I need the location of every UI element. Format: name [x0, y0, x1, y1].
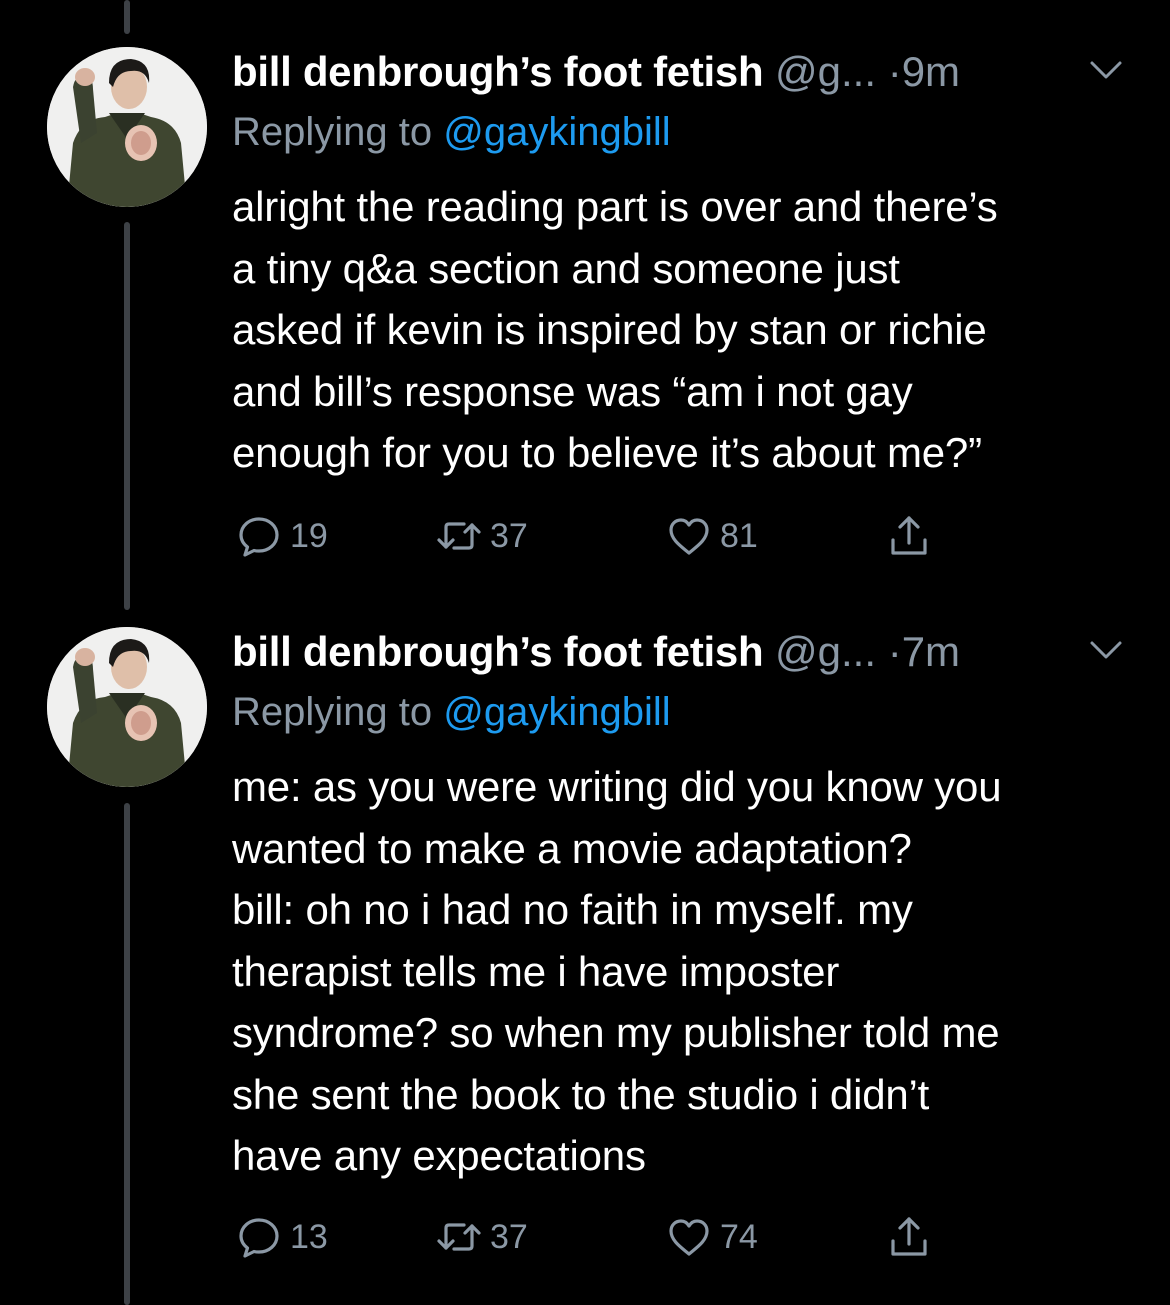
retweet-arrows-icon — [437, 522, 481, 550]
tweet-text-line: bill: oh no i had no faith in myself. my — [232, 886, 913, 933]
share-upload-icon — [891, 1217, 927, 1256]
replying-to-mention[interactable]: @gaykingbill — [443, 110, 670, 154]
like-count: 74 — [720, 1217, 758, 1256]
replying-to-label: Replying to — [232, 110, 444, 154]
tweet-header: bill denbrough’s foot fetish @g... ·9m — [232, 44, 1132, 100]
tweet[interactable]: bill denbrough’s foot fetish @g... ·9m R… — [0, 0, 1170, 610]
avatar[interactable] — [47, 47, 207, 207]
tweet-actions: 13 37 74 — [236, 1207, 956, 1267]
chevron-down-icon[interactable] — [1088, 638, 1124, 662]
retweet-button[interactable]: 37 — [436, 1207, 528, 1267]
reply-bubble-icon — [239, 1218, 279, 1258]
tweet[interactable]: bill denbrough’s foot fetish @g... ·7m R… — [0, 580, 1170, 1305]
reply-bubble-icon — [239, 517, 279, 557]
retweet-button[interactable]: 37 — [436, 506, 528, 566]
tweet-text-line: asked if kevin is inspired by stan or ri… — [232, 306, 987, 353]
retweet-count: 37 — [490, 516, 528, 555]
tweet-text-line: and bill’s response was “am i not gay — [232, 367, 913, 415]
replying-to-mention[interactable]: @gaykingbill — [443, 690, 670, 734]
timestamp[interactable]: 9m — [902, 48, 960, 95]
tweet-header: bill denbrough’s foot fetish @g... ·7m — [232, 624, 1132, 680]
like-button[interactable]: 74 — [666, 1207, 758, 1267]
display-name[interactable]: bill denbrough’s foot fetish — [232, 628, 764, 675]
timestamp[interactable]: 7m — [902, 628, 960, 675]
avatar-photo — [47, 47, 207, 207]
tweet-text: alright the reading part is over and the… — [232, 176, 1132, 484]
tweet-actions: 19 37 81 — [236, 506, 956, 566]
separator-dot: · — [887, 628, 902, 675]
tweet-text-line: wanted to make a movie adaptation? — [232, 824, 912, 872]
heart-icon — [669, 518, 709, 555]
reply-button[interactable]: 13 — [236, 1207, 328, 1267]
retweet-count: 37 — [490, 1217, 528, 1256]
avatar[interactable] — [47, 627, 207, 787]
like-count: 81 — [720, 516, 758, 555]
replying-to: Replying to @gaykingbill — [232, 106, 671, 158]
tweet-text-line: have any expectations — [232, 1132, 646, 1179]
reply-count: 19 — [290, 516, 328, 555]
like-button[interactable]: 81 — [666, 506, 758, 566]
heart-icon — [669, 1219, 709, 1256]
tweet-text-line: syndrome? so when my publisher told me — [232, 1009, 1000, 1056]
avatar-photo — [47, 627, 207, 787]
tweet-text-line: alright the reading part is over and the… — [232, 183, 998, 230]
separator-dot: · — [887, 48, 902, 95]
share-button[interactable] — [886, 1207, 932, 1267]
tweet-text: me: as you were writing did you know you… — [232, 756, 1132, 1187]
share-upload-icon — [891, 516, 927, 555]
reply-button[interactable]: 19 — [236, 506, 328, 566]
tweet-text-line: a tiny q&a section and someone just — [232, 244, 900, 292]
replying-to: Replying to @gaykingbill — [232, 686, 671, 738]
replying-to-label: Replying to — [232, 690, 444, 734]
display-name[interactable]: bill denbrough’s foot fetish — [232, 48, 764, 95]
share-button[interactable] — [886, 506, 932, 566]
reply-count: 13 — [290, 1217, 328, 1256]
user-handle[interactable]: @g... — [775, 628, 876, 675]
user-handle[interactable]: @g... — [775, 48, 876, 95]
retweet-arrows-icon — [437, 1223, 481, 1251]
chevron-down-icon[interactable] — [1088, 58, 1124, 82]
tweet-text-line: she sent the book to the studio i didn’t — [232, 1070, 930, 1118]
tweet-text-line: enough for you to believe it’s about me?… — [232, 429, 982, 476]
tweet-text-line: me: as you were writing did you know you — [232, 763, 1002, 810]
tweet-text-line: therapist tells me i have imposter — [232, 947, 840, 995]
